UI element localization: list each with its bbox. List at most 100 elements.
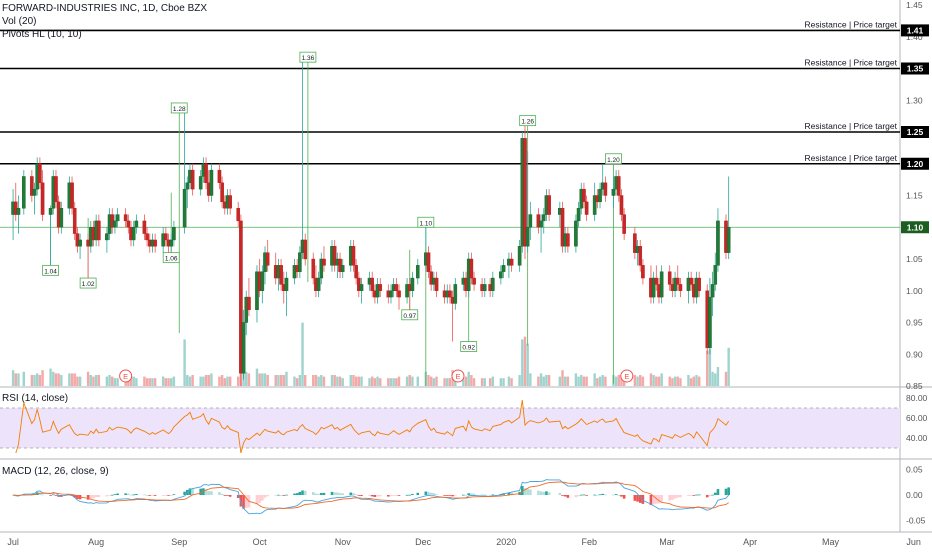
macd-histogram-bar [376, 495, 379, 497]
volume-bar [14, 373, 17, 386]
candle-body [153, 239, 157, 247]
macd-histogram-bar [110, 494, 114, 496]
candle-body [279, 265, 283, 285]
volume-bar [724, 371, 728, 386]
volume-bar [282, 375, 285, 386]
macd-histogram-bar [539, 491, 543, 495]
macd-histogram-bar [386, 495, 390, 497]
candle-body [654, 277, 659, 285]
volume-bar [226, 376, 229, 386]
volume-bar [317, 376, 320, 386]
macd-histogram-bar [529, 489, 532, 495]
macd-histogram-bar [601, 493, 605, 495]
volume-bar [228, 376, 232, 386]
macd-histogram-bar [435, 494, 438, 495]
volume-bar [357, 376, 361, 386]
candle-body [713, 265, 718, 285]
time-tick-label: Oct [253, 537, 268, 547]
volume-bar [207, 375, 210, 386]
macd-histogram-bar [89, 495, 93, 499]
volume-bar [472, 378, 476, 386]
volume-bar [429, 376, 433, 386]
rsi-tick-label: 80.00 [906, 393, 928, 403]
macd-histogram-bar [676, 495, 680, 498]
macd-histogram-bar [357, 495, 361, 496]
volume-bar [585, 376, 588, 386]
volume-bar [545, 375, 548, 386]
macd-histogram-bar [585, 495, 588, 496]
volume-bar [237, 376, 240, 386]
macd-tick-label: 0.05 [906, 464, 923, 474]
macd-histogram-bar [448, 495, 452, 496]
macd-histogram-bar [352, 493, 355, 495]
candle-body [576, 207, 581, 222]
rsi-legend[interactable]: RSI (14, close) [2, 393, 68, 404]
macd-histogram-bar [705, 495, 709, 498]
volume-bar [33, 375, 36, 386]
macd-histogram-bar [51, 494, 55, 496]
volume-bar [49, 368, 52, 386]
volume-bar [614, 376, 618, 386]
volume-bar [17, 373, 20, 386]
macd-histogram-bar [319, 493, 323, 495]
macd-histogram-bar [472, 493, 476, 495]
candle-body [70, 182, 74, 209]
macd-histogram-bar [612, 494, 615, 496]
macd-histogram-bar [408, 494, 412, 496]
candle-body [303, 239, 308, 260]
volume-bar [330, 375, 334, 386]
candle-body [247, 296, 251, 311]
time-tick-label: Jun [906, 537, 921, 547]
volume-bar [526, 343, 529, 386]
volume-bar [285, 371, 288, 386]
volume-bar [338, 376, 342, 386]
pivot-label: 1.28 [173, 106, 186, 113]
volume-bar [132, 376, 135, 386]
candle-body [708, 296, 712, 349]
volume-bar [692, 376, 696, 386]
macd-histogram-bar [266, 495, 269, 497]
volume-bar [408, 375, 411, 386]
macd-histogram-bar [392, 495, 395, 496]
time-tick-label: Aug [88, 537, 104, 547]
candle-body [134, 220, 139, 228]
volume-bar [641, 376, 645, 386]
candle-body [182, 188, 187, 228]
macd-histogram-bar [692, 495, 696, 496]
volume-bar [502, 378, 505, 386]
macd-histogram-bar [429, 492, 433, 495]
volume-bar [204, 375, 208, 386]
volume-bar [38, 375, 42, 386]
macd-histogram-bar [105, 495, 109, 497]
volume-bar [379, 378, 382, 386]
volume-bar [706, 350, 709, 386]
macd-histogram-bar [54, 495, 58, 496]
volume-legend[interactable]: Vol (20) [2, 16, 36, 27]
macd-histogram-bar [668, 495, 672, 501]
macd-histogram-bar [301, 490, 304, 495]
symbol-legend[interactable]: FORWARD-INDUSTRIES INC, 1D, Cboe BZX [2, 3, 207, 14]
price-tick-label: 0.85 [906, 381, 923, 391]
price-tick-label: 0.95 [906, 318, 923, 328]
volume-bar [510, 378, 513, 386]
volume-bar [521, 339, 524, 386]
volume-bar [547, 375, 551, 386]
volume-bar [76, 376, 79, 386]
macd-histogram-bar [303, 490, 307, 495]
volume-bar [223, 378, 227, 386]
macd-histogram-bar [713, 492, 717, 495]
candle-body [198, 176, 203, 190]
macd-histogram-bar [191, 488, 194, 495]
macd-histogram-bar [279, 494, 283, 496]
volume-bar [41, 370, 44, 386]
candle-body [517, 246, 522, 266]
candle-body [354, 265, 358, 279]
pivots-legend[interactable]: Pivots HL (10, 10) [2, 29, 82, 40]
candle-body [72, 207, 77, 234]
candle-body [113, 220, 117, 228]
candle-body [716, 220, 720, 266]
volume-bar [470, 375, 473, 386]
macd-legend[interactable]: MACD (12, 26, close, 9) [2, 466, 109, 477]
macd-histogram-bar [598, 494, 602, 496]
volume-bar [633, 375, 637, 386]
